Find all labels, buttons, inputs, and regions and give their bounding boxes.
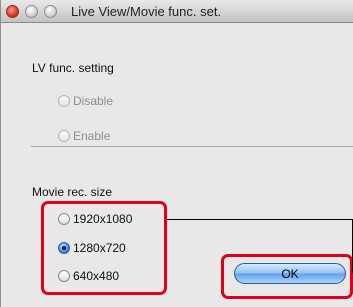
- window-title: Live View/Movie func. set.: [71, 4, 222, 19]
- movie-rec-size-label: Movie rec. size: [32, 185, 113, 199]
- radio-disable[interactable]: [58, 95, 70, 107]
- title-bar[interactable]: Live View/Movie func. set.: [1, 0, 353, 23]
- movie-size-highlight-frame: [41, 201, 167, 295]
- radio-enable[interactable]: [58, 130, 70, 142]
- lv-func-setting-label: LV func. setting: [32, 61, 114, 75]
- radio-row-disable: Disable: [58, 94, 113, 108]
- section-divider: [31, 146, 353, 147]
- zoom-window-icon[interactable]: [44, 5, 57, 18]
- callout-line-movie-size: [167, 219, 353, 220]
- radio-disable-label: Disable: [73, 94, 114, 108]
- ok-button-highlight-frame: [221, 254, 353, 299]
- minimize-window-icon[interactable]: [25, 5, 38, 18]
- radio-enable-label: Enable: [73, 129, 111, 143]
- radio-row-enable: Enable: [58, 129, 110, 143]
- close-window-icon[interactable]: [6, 5, 19, 18]
